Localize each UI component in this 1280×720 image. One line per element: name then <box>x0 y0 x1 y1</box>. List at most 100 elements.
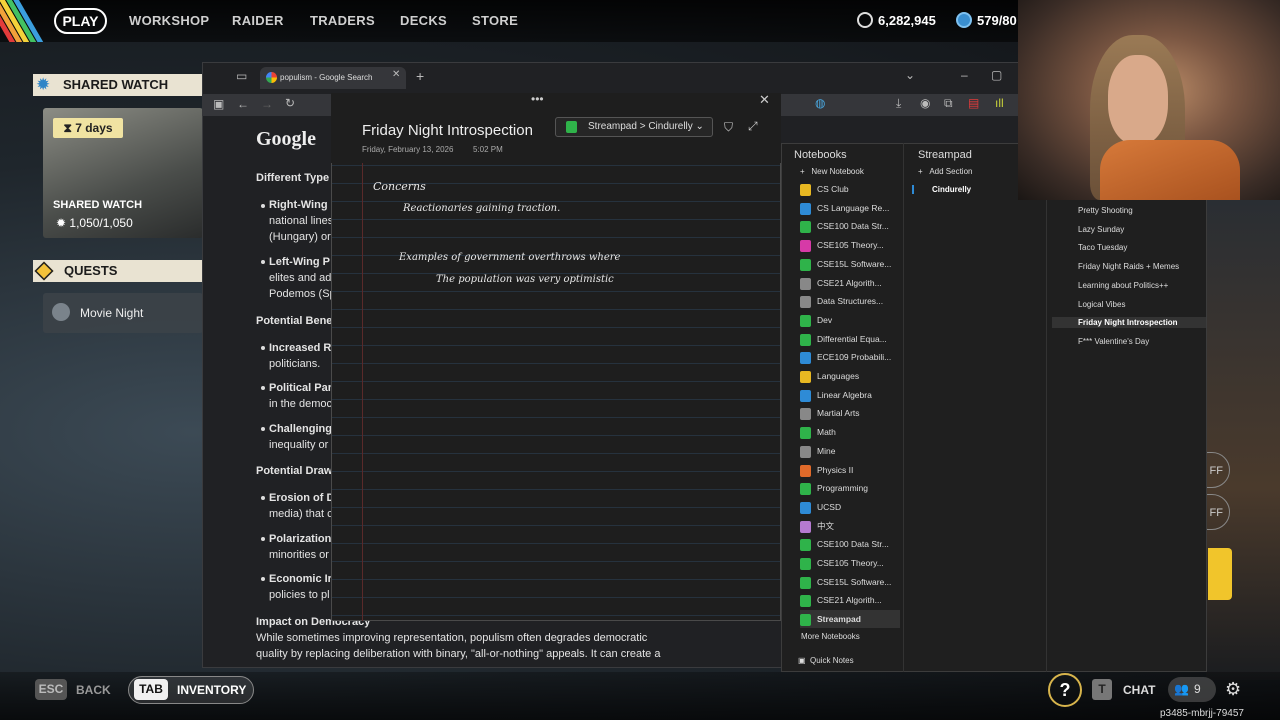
close-icon[interactable]: ✕ <box>759 92 770 108</box>
nav-decks[interactable]: DECKS <box>400 13 447 28</box>
notebook-item[interactable]: CSE21 Algorith... <box>800 591 900 609</box>
tab-actions-icon[interactable]: ▭ <box>236 69 247 83</box>
notebook-item[interactable]: Dev <box>800 311 900 329</box>
new-notebook-button[interactable]: + New Notebook <box>800 167 864 176</box>
inventory-label[interactable]: INVENTORY <box>177 683 246 697</box>
page-item[interactable]: Taco Tuesday <box>1078 242 1206 253</box>
notebook-item[interactable]: CSE105 Theory... <box>800 236 900 254</box>
notebook-item[interactable]: Streampad <box>800 610 900 629</box>
help-button[interactable]: ? <box>1048 673 1082 707</box>
notebook-item[interactable]: Languages <box>800 367 900 385</box>
extension-red-icon[interactable]: ▤ <box>968 96 979 110</box>
notebook-icon <box>800 352 811 365</box>
bullet-polarization: Polarization <box>269 533 332 545</box>
page-item[interactable]: Pretty Shooting <box>1078 205 1206 216</box>
text-line: While sometimes improving representation… <box>256 632 648 644</box>
notebook-icon <box>566 121 577 133</box>
add-section-button[interactable]: + Add Section <box>918 167 972 176</box>
currency-tokens: 579/80 <box>956 12 1017 28</box>
download-icon[interactable]: ⤓ <box>896 96 901 111</box>
notebook-item[interactable]: Programming <box>800 479 900 497</box>
forward-arrow-icon[interactable]: → <box>261 97 273 111</box>
notebook-icon <box>800 371 811 383</box>
notebook-icon <box>800 427 811 440</box>
extension-bars-icon[interactable]: ıll <box>995 96 1004 110</box>
text-line: policies to pl <box>269 589 330 601</box>
back-label[interactable]: BACK <box>76 683 111 697</box>
ink-line[interactable]: Concerns <box>373 180 426 193</box>
back-arrow-icon[interactable]: ← <box>237 97 249 111</box>
page-item[interactable]: Lazy Sunday <box>1078 224 1206 235</box>
globe-icon[interactable]: ◍ <box>815 96 825 110</box>
google-logo[interactable]: Google <box>256 128 316 151</box>
notebook-item[interactable]: Linear Algebra <box>800 386 900 404</box>
text-line: quality by replacing deliberation with b… <box>256 648 661 660</box>
notebook-item[interactable]: CSE100 Data Str... <box>800 217 900 235</box>
nav-workshop[interactable]: WORKSHOP <box>129 13 209 28</box>
notebook-item[interactable]: UCSD <box>800 498 900 516</box>
ink-line[interactable]: The population was very optimistic <box>436 274 614 285</box>
esc-key[interactable]: ESC <box>35 679 67 700</box>
notebook-item[interactable]: Mine <box>800 442 900 460</box>
section-cindurelly[interactable]: Cindurelly <box>912 185 971 194</box>
tab-search-icon[interactable]: ⌄ <box>905 68 915 82</box>
ready-button[interactable] <box>1208 548 1232 600</box>
more-notebooks-link[interactable]: More Notebooks <box>801 632 860 641</box>
ink-line[interactable]: Examples of government overthrows where <box>399 252 620 263</box>
tab-key[interactable]: TAB <box>134 679 168 700</box>
notebook-item[interactable]: ECE109 Probabili... <box>800 348 900 366</box>
page-title[interactable]: Friday Night Introspection <box>362 122 533 139</box>
profile-icon[interactable]: ◉ <box>920 96 930 110</box>
settings-gear-icon[interactable]: ⚙ <box>1225 679 1241 700</box>
notebook-item[interactable]: Physics II <box>800 461 900 479</box>
maximize-icon[interactable]: ▢ <box>991 68 1002 82</box>
bullet <box>261 537 265 541</box>
bullet-erosion: Erosion of D <box>269 492 335 504</box>
notebook-icon <box>800 202 811 215</box>
page-item[interactable]: Friday Night Introspection <box>1052 317 1206 329</box>
tab-close-icon[interactable]: ✕ <box>392 69 400 80</box>
quick-notes-link[interactable]: ▣ Quick Notes <box>798 656 854 665</box>
onenote-canvas[interactable] <box>331 93 781 621</box>
text-line: media) that c <box>269 508 333 520</box>
reload-icon[interactable]: ↻ <box>285 96 295 110</box>
notebook-item[interactable]: CS Language Re... <box>800 199 900 217</box>
shared-watch-card-title: SHARED WATCH <box>53 199 143 211</box>
nav-raider[interactable]: RAIDER <box>232 13 284 28</box>
t-key[interactable]: T <box>1092 679 1112 700</box>
sidebar-icon[interactable]: ▣ <box>213 97 224 111</box>
nav-store[interactable]: STORE <box>472 13 518 28</box>
extension-icon[interactable]: ⧉ <box>944 96 953 111</box>
new-notebook-label: New Notebook <box>811 167 864 176</box>
notebook-icon <box>800 595 811 608</box>
column-divider <box>1046 143 1047 672</box>
notebook-item[interactable]: CSE100 Data Str... <box>800 535 900 553</box>
notebook-item[interactable]: Martial Arts <box>800 404 900 422</box>
page-item[interactable]: Learning about Politics++ <box>1078 280 1206 291</box>
browser-tab[interactable]: populism - Google Search <box>260 67 406 89</box>
notebook-item[interactable]: CSE21 Algorith... <box>800 274 900 292</box>
page-item[interactable]: Friday Night Raids + Memes <box>1078 261 1206 272</box>
pen-tool-icon[interactable]: ⛉ <box>724 120 733 135</box>
coin-icon <box>857 12 873 28</box>
notebook-item[interactable]: CS Club <box>800 180 900 198</box>
drag-handle-icon[interactable]: ••• <box>531 92 544 106</box>
notebook-item[interactable]: CSE15L Software... <box>800 573 900 591</box>
minimize-icon[interactable]: – <box>961 68 968 82</box>
chat-label[interactable]: CHAT <box>1123 683 1155 697</box>
notebook-breadcrumb[interactable]: Streampad > Cindurelly ⌄ <box>555 117 713 137</box>
new-tab-icon[interactable]: + <box>416 68 424 84</box>
nav-traders[interactable]: TRADERS <box>310 13 375 28</box>
bullet <box>261 577 265 581</box>
expand-icon[interactable]: ⤢ <box>748 119 758 134</box>
notebook-item[interactable]: 中文 <box>800 517 900 535</box>
page-item[interactable]: F*** Valentine's Day <box>1078 336 1206 347</box>
page-item[interactable]: Logical Vibes <box>1078 299 1206 310</box>
notebook-item[interactable]: CSE105 Theory... <box>800 554 900 572</box>
ink-line[interactable]: Reactionaries gaining traction. <box>403 203 560 214</box>
notebook-item[interactable]: Differential Equa... <box>800 330 900 348</box>
nav-play[interactable]: PLAY <box>54 8 107 34</box>
notebook-item[interactable]: Data Structures... <box>800 292 900 310</box>
notebook-item[interactable]: CSE15L Software... <box>800 255 900 273</box>
notebook-item[interactable]: Math <box>800 423 900 441</box>
